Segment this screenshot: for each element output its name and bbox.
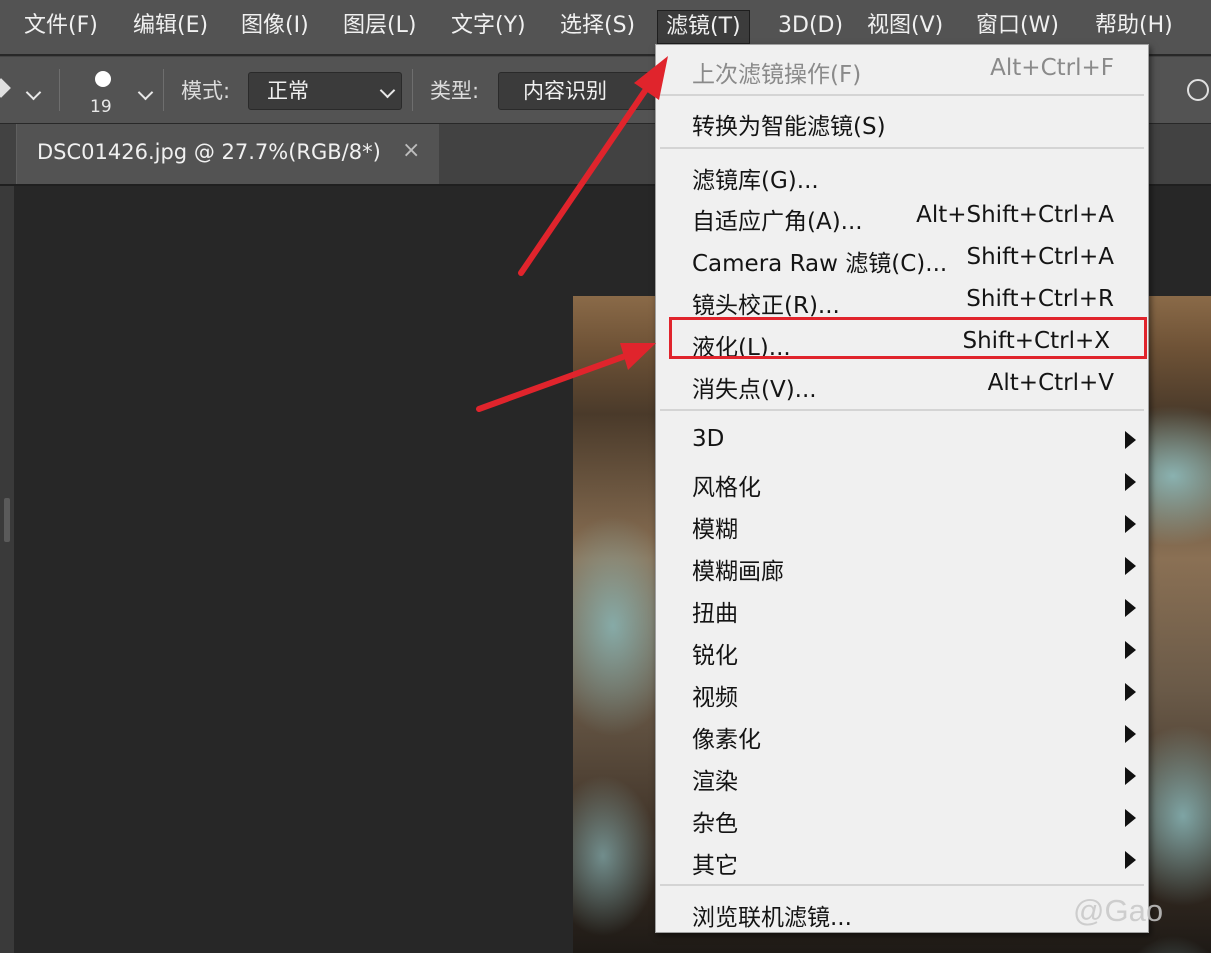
menu-item-label: 消失点(V)...: [692, 377, 817, 403]
menu-separator: [660, 94, 1144, 96]
menu-item-label: 风格化: [692, 475, 761, 501]
type-label: 类型:: [430, 79, 480, 103]
filter-menu: 上次滤镜操作(F) Alt+Ctrl+F 转换为智能滤镜(S) 滤镜库(G)..…: [655, 44, 1149, 933]
menu-item-label: 像素化: [692, 727, 761, 753]
menu-item-label: 镜头校正(R)...: [692, 293, 840, 319]
menu-item-label: 滤镜库(G)...: [692, 168, 819, 194]
menu-item-distort[interactable]: 扭曲: [656, 589, 1148, 629]
menu-item-vanishing-point[interactable]: 消失点(V)... Alt+Ctrl+V: [656, 365, 1148, 405]
menu-item-video[interactable]: 视频: [656, 673, 1148, 713]
menu-item-shortcut: Alt+Ctrl+V: [987, 370, 1114, 396]
menu-item-label: 转换为智能滤镜(S): [692, 114, 886, 140]
submenu-arrow-icon: [1125, 641, 1136, 659]
menu-item-lens-correction[interactable]: 镜头校正(R)... Shift+Ctrl+R: [656, 281, 1148, 321]
menu-item-label: 模糊画廊: [692, 559, 784, 585]
menu-item-label: 模糊: [692, 517, 738, 543]
submenu-arrow-icon: [1125, 599, 1136, 617]
spot-healing-brush-icon[interactable]: [0, 78, 11, 98]
menu-item-label: 视频: [692, 685, 738, 711]
menu-item-shortcut: Alt+Shift+Ctrl+A: [916, 202, 1114, 228]
menu-item-label: 渲染: [692, 769, 738, 795]
menu-item-sharpen[interactable]: 锐化: [656, 631, 1148, 671]
brush-size: 19: [90, 97, 112, 117]
chevron-down-icon[interactable]: [25, 84, 42, 101]
menu-item-render[interactable]: 渲染: [656, 757, 1148, 797]
menu-item-shortcut: Shift+Ctrl+R: [966, 286, 1114, 312]
submenu-arrow-icon: [1125, 767, 1136, 785]
menu-item-label: 锐化: [692, 643, 738, 669]
menu-separator: [660, 409, 1144, 411]
menu-separator: [660, 884, 1144, 886]
menu-item-label: Camera Raw 滤镜(C)...: [692, 251, 948, 277]
menu-item-stylize[interactable]: 风格化: [656, 463, 1148, 503]
mode-label: 模式:: [181, 79, 231, 103]
menu-item-last-filter: 上次滤镜操作(F) Alt+Ctrl+F: [656, 50, 1148, 90]
left-panel-strip: [0, 186, 15, 953]
menu-item-shortcut: Shift+Ctrl+X: [962, 328, 1110, 354]
menu-item-label: 杂色: [692, 811, 738, 837]
menu-item-shortcut: Alt+Ctrl+F: [990, 55, 1114, 81]
document-tab[interactable]: DSC01426.jpg @ 27.7%(RGB/8*) ×: [16, 124, 439, 184]
menu-item-camera-raw[interactable]: Camera Raw 滤镜(C)... Shift+Ctrl+A: [656, 239, 1148, 279]
menu-item-blur-gallery[interactable]: 模糊画廊: [656, 547, 1148, 587]
menu-item-liquify[interactable]: 液化(L)... Shift+Ctrl+X: [656, 323, 1148, 363]
menu-item-label: 扭曲: [692, 601, 738, 627]
brush-preview-icon[interactable]: [95, 71, 111, 87]
submenu-arrow-icon: [1125, 809, 1136, 827]
mode-select[interactable]: 正常: [248, 72, 402, 110]
watermark: @Gao: [1073, 893, 1164, 928]
submenu-arrow-icon: [1125, 851, 1136, 869]
menu-item-convert-smart-filter[interactable]: 转换为智能滤镜(S): [656, 102, 1148, 142]
menu-image[interactable]: 图像(I): [233, 0, 317, 54]
toolbar-divider: [59, 69, 60, 111]
menu-separator: [660, 147, 1144, 149]
menu-edit[interactable]: 编辑(E): [125, 0, 216, 54]
menu-item-pixelate[interactable]: 像素化: [656, 715, 1148, 755]
mode-value: 正常: [267, 79, 309, 103]
menu-item-adaptive-wide-angle[interactable]: 自适应广角(A)... Alt+Shift+Ctrl+A: [656, 197, 1148, 237]
chevron-down-icon: [379, 82, 396, 99]
menu-type[interactable]: 文字(Y): [443, 0, 534, 54]
close-icon[interactable]: ×: [402, 138, 420, 163]
submenu-arrow-icon: [1125, 473, 1136, 491]
panel-handle[interactable]: [4, 498, 10, 542]
menu-item-noise[interactable]: 杂色: [656, 799, 1148, 839]
toolbar-divider: [163, 69, 164, 111]
menu-item-3d[interactable]: 3D: [656, 421, 1148, 461]
menu-item-label: 浏览联机滤镜...: [692, 905, 852, 931]
menu-item-label: 液化(L)...: [692, 335, 791, 361]
submenu-arrow-icon: [1125, 431, 1136, 449]
type-value: 内容识别: [523, 79, 607, 103]
pressure-target-icon[interactable]: [1187, 79, 1209, 101]
menu-item-other[interactable]: 其它: [656, 841, 1148, 881]
menu-layer[interactable]: 图层(L): [335, 0, 424, 54]
menu-item-filter-gallery[interactable]: 滤镜库(G)...: [656, 156, 1148, 196]
menu-item-blur[interactable]: 模糊: [656, 505, 1148, 545]
submenu-arrow-icon: [1125, 683, 1136, 701]
menu-item-label: 3D: [692, 426, 725, 452]
menu-filter[interactable]: 滤镜(T): [657, 10, 750, 44]
menu-item-label: 其它: [692, 853, 738, 879]
submenu-arrow-icon: [1125, 515, 1136, 533]
document-tab-title: DSC01426.jpg @ 27.7%(RGB/8*): [37, 140, 381, 164]
menu-item-label: 上次滤镜操作(F): [692, 62, 862, 88]
type-select[interactable]: 内容识别: [498, 72, 658, 110]
submenu-arrow-icon: [1125, 557, 1136, 575]
brush-picker-chevron-icon[interactable]: [137, 84, 154, 101]
menu-select[interactable]: 选择(S): [552, 0, 643, 54]
submenu-arrow-icon: [1125, 725, 1136, 743]
toolbar-divider: [412, 69, 413, 111]
menu-file[interactable]: 文件(F): [16, 0, 106, 54]
menu-item-label: 自适应广角(A)...: [692, 209, 863, 235]
menu-item-shortcut: Shift+Ctrl+A: [966, 244, 1114, 270]
